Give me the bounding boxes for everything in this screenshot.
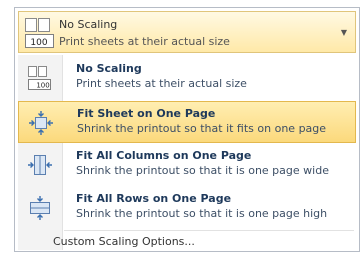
menu-item-title: Fit Sheet on One Page <box>77 107 216 120</box>
menu-separator <box>64 230 354 231</box>
menu-item-title: Fit All Rows on One Page <box>76 192 232 205</box>
menu-item-description: Print sheets at their actual size <box>76 77 247 90</box>
dropdown-selected-description: Print sheets at their actual size <box>59 35 230 48</box>
svg-text:100: 100 <box>30 38 47 48</box>
menu-item-fit-sheet[interactable]: Fit Sheet on One Page Shrink the printou… <box>18 101 356 143</box>
chevron-down-icon[interactable]: ▼ <box>341 28 347 37</box>
fit-sheet-icon <box>29 111 53 135</box>
fit-rows-icon <box>30 196 50 220</box>
dropdown-selected-title: No Scaling <box>59 18 118 31</box>
menu-item-fit-columns[interactable]: Fit All Columns on One Page Shrink the p… <box>18 144 356 186</box>
menu-item-title: Fit All Columns on One Page <box>76 149 252 162</box>
no-scaling-icon: 100 <box>28 66 51 90</box>
menu-item-title: No Scaling <box>76 62 142 75</box>
menu-item-description: Shrink the printout so that it fits on o… <box>77 122 327 135</box>
scaling-menu: 100 No Scaling Print sheets at their act… <box>18 55 356 250</box>
menu-item-description: Shrink the printout so that it is one pa… <box>76 207 328 220</box>
menu-item-no-scaling[interactable]: 100 No Scaling Print sheets at their act… <box>18 57 356 99</box>
custom-scaling-label: Custom Scaling Options... <box>53 235 195 248</box>
page-icon <box>25 18 50 32</box>
custom-scaling-options-link[interactable]: Custom Scaling Options... <box>18 233 356 250</box>
svg-text:100: 100 <box>36 82 49 90</box>
scaling-panel: 100 No Scaling Print sheets at their act… <box>14 7 360 252</box>
scaling-dropdown[interactable]: 100 No Scaling Print sheets at their act… <box>18 11 356 53</box>
menu-item-description: Shrink the printout so that it is one pa… <box>76 164 329 177</box>
menu-item-fit-rows[interactable]: Fit All Rows on One Page Shrink the prin… <box>18 187 356 229</box>
scale-100-icon: 100 <box>25 34 54 48</box>
fit-columns-icon <box>28 155 52 175</box>
